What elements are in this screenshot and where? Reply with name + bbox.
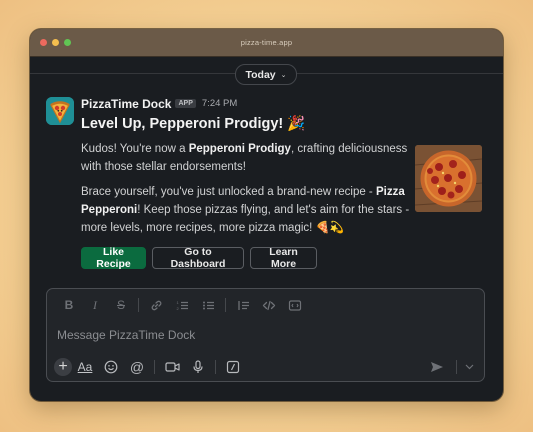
pizza-image-art <box>415 145 482 212</box>
p1-prefix: Kudos! You're now a <box>81 143 189 155</box>
emoji-icon[interactable] <box>98 357 124 377</box>
toolbar-divider <box>138 298 139 312</box>
toolbar-divider <box>456 360 457 374</box>
pizza-slice-icon <box>46 97 74 125</box>
message-paragraph-2: Brace yourself, you've just unlocked a b… <box>81 183 411 237</box>
app-avatar[interactable] <box>46 97 74 125</box>
message-header: PizzaTime Dock APP 7:24 PM <box>81 96 491 111</box>
toolbar-divider <box>225 298 226 312</box>
bold-icon[interactable]: B <box>56 297 82 313</box>
send-icon[interactable] <box>424 357 450 377</box>
ordered-list-icon[interactable]: 12 <box>169 297 195 313</box>
chevron-down-icon: ⌄ <box>280 71 287 79</box>
like-recipe-button[interactable]: Like Recipe <box>81 246 146 270</box>
svg-text:1: 1 <box>176 300 179 305</box>
headline-text: Level Up, Pepperoni Prodigy! <box>81 115 284 132</box>
plus-icon[interactable]: + <box>54 358 72 376</box>
p2-prefix: Brace yourself, you've just unlocked a b… <box>81 186 376 198</box>
composer-tools: + Aa @ <box>54 357 477 377</box>
toolbar-divider <box>154 360 155 374</box>
formatting-toolbar: B I S 12 <box>56 297 308 313</box>
video-icon[interactable] <box>159 357 185 377</box>
window-title: pizza-time.app <box>240 38 293 47</box>
pepperoni-pizza-image[interactable] <box>415 145 482 212</box>
blockquote-icon[interactable] <box>230 297 256 313</box>
code-icon[interactable] <box>256 297 282 313</box>
text-format-icon[interactable]: Aa <box>72 357 98 377</box>
date-label: Today <box>245 68 276 81</box>
title-bar: pizza-time.app <box>30 29 503 57</box>
microphone-icon[interactable] <box>185 357 211 377</box>
strikethrough-icon[interactable]: S <box>108 297 134 313</box>
party-popper-icon: 🎉 <box>287 116 306 132</box>
date-divider-button[interactable]: Today ⌄ <box>235 64 297 85</box>
italic-icon[interactable]: I <box>82 297 108 313</box>
chevron-down-icon[interactable] <box>463 357 475 377</box>
message-composer: B I S 12 Message PizzaTime Dock + Aa @ <box>46 288 485 382</box>
code-block-icon[interactable] <box>282 297 308 313</box>
sender-name[interactable]: PizzaTime Dock <box>81 97 171 111</box>
message-actions: Like Recipe Go to Dashboard Learn More <box>81 246 317 270</box>
svg-text:2: 2 <box>176 306 179 311</box>
link-icon[interactable] <box>143 297 169 313</box>
message-timestamp[interactable]: 7:24 PM <box>202 98 237 109</box>
message-paragraph-1: Kudos! You're now a Pepperoni Prodigy, c… <box>81 140 411 176</box>
app-window: pizza-time.app Today ⌄ PizzaTime Dock AP… <box>30 29 503 401</box>
slash-command-icon[interactable] <box>220 357 246 377</box>
message-headline: Level Up, Pepperoni Prodigy! 🎉 <box>81 115 491 133</box>
pizza-sparkle-icons: 🍕💫 <box>315 222 345 234</box>
go-to-dashboard-button[interactable]: Go to Dashboard <box>152 246 244 270</box>
send-controls <box>424 357 475 377</box>
app-badge: APP <box>175 99 196 108</box>
message-input[interactable]: Message PizzaTime Dock <box>57 328 195 342</box>
p1-bold: Pepperoni Prodigy <box>188 143 291 155</box>
bulleted-list-icon[interactable] <box>195 297 221 313</box>
toolbar-divider <box>215 360 216 374</box>
mention-icon[interactable]: @ <box>124 357 150 377</box>
learn-more-button[interactable]: Learn More <box>250 246 317 270</box>
